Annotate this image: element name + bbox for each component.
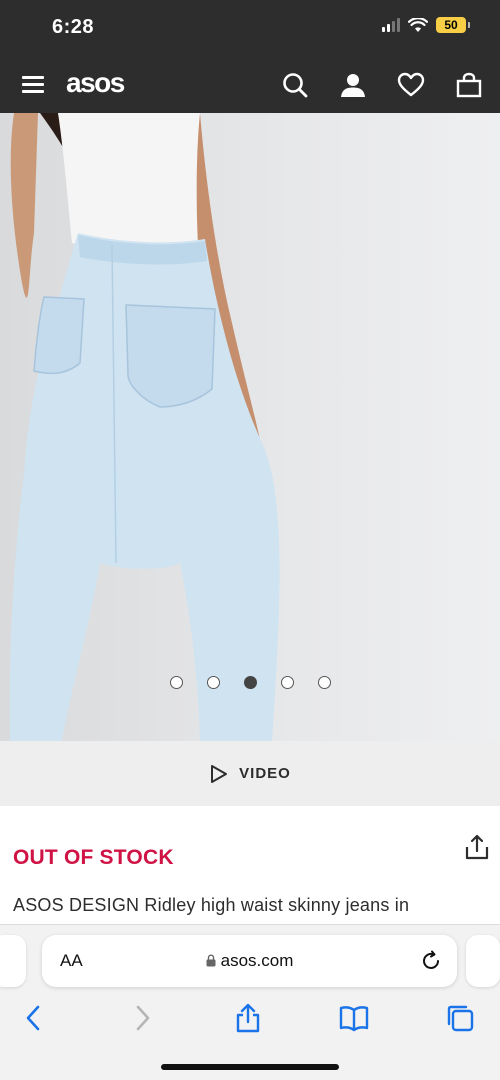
- app-header: asos: [0, 56, 500, 113]
- address-bar[interactable]: AA asos.com: [42, 935, 457, 987]
- status-bar: 6:28 50: [0, 0, 500, 56]
- carousel-dot[interactable]: [206, 676, 220, 689]
- product-photo-jeans: [9, 113, 280, 741]
- home-indicator[interactable]: [161, 1064, 339, 1070]
- status-time: 6:28: [52, 16, 95, 38]
- search-icon[interactable]: [280, 70, 310, 100]
- reload-icon[interactable]: [419, 949, 443, 973]
- carousel-dot[interactable]: [317, 676, 331, 689]
- lock-icon: [206, 954, 216, 967]
- url-text: asos.com: [220, 951, 294, 970]
- next-tab-peek[interactable]: [466, 935, 500, 987]
- share-icon[interactable]: [464, 833, 490, 861]
- heart-icon[interactable]: [396, 70, 426, 100]
- previous-tab-peek[interactable]: [0, 935, 26, 987]
- safari-toolbar: AA asos.com: [0, 924, 500, 1080]
- share-sheet-icon[interactable]: [232, 1002, 264, 1034]
- battery-indicator: 50: [436, 17, 470, 33]
- stock-status: OUT OF STOCK: [13, 846, 174, 869]
- play-icon: [211, 764, 228, 783]
- product-name: ASOS DESIGN Ridley high waist skinny jea…: [13, 895, 410, 915]
- bookmarks-icon[interactable]: [338, 1002, 370, 1034]
- menu-icon[interactable]: [22, 74, 46, 94]
- video-button[interactable]: VIDEO: [0, 741, 500, 806]
- bag-icon[interactable]: [454, 70, 484, 100]
- video-label: VIDEO: [239, 765, 291, 782]
- cellular-signal-icon: [382, 18, 400, 32]
- url-display: asos.com: [42, 951, 457, 971]
- back-icon[interactable]: [18, 1002, 50, 1034]
- carousel-dot[interactable]: [243, 676, 257, 689]
- carousel-dots: [0, 676, 500, 689]
- carousel-dot[interactable]: [280, 676, 294, 689]
- account-icon[interactable]: [338, 70, 368, 100]
- status-indicators: 50: [382, 17, 470, 33]
- asos-logo[interactable]: asos: [66, 67, 125, 99]
- carousel-dot[interactable]: [169, 676, 183, 689]
- forward-icon[interactable]: [126, 1002, 158, 1034]
- wifi-icon: [408, 17, 428, 32]
- tabs-icon[interactable]: [444, 1002, 476, 1034]
- product-image[interactable]: [0, 113, 500, 741]
